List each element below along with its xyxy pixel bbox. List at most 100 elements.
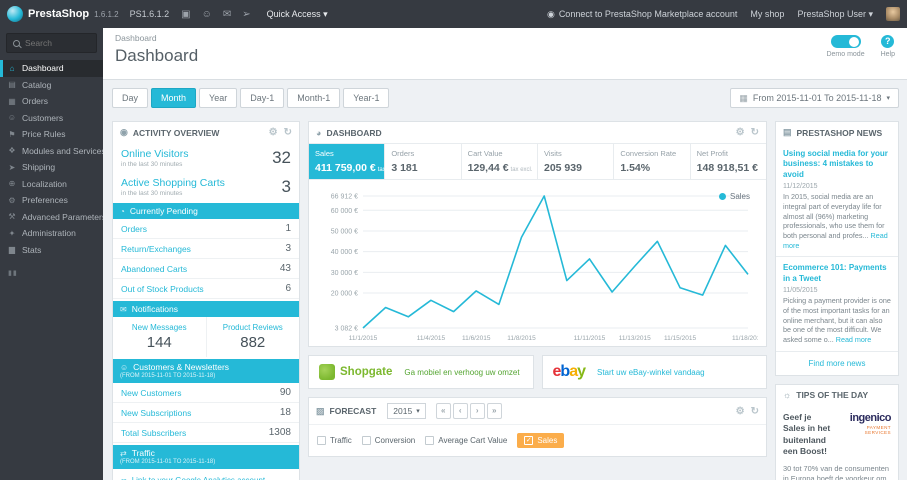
search-icon <box>13 39 20 47</box>
pending-row-returns[interactable]: Return/Exchanges 3 <box>113 239 299 260</box>
sidebar-item-localization[interactable]: Localization <box>0 176 103 193</box>
shop-name[interactable]: PS1.6.1.2 <box>130 9 170 19</box>
kpi-sales[interactable]: Sales 411 759,00 € tax excl. <box>309 144 400 179</box>
shopgate-link[interactable]: Ga mobiel en verhoog uw omzet <box>404 368 519 377</box>
range-button-day-1[interactable]: Day-1 <box>240 88 285 108</box>
legend-toggle-average-cart-value[interactable]: Average Cart Value <box>425 436 507 445</box>
legend-toggle-sales[interactable]: ✓ Sales <box>517 433 565 448</box>
read-more-link[interactable]: Read more <box>836 335 872 344</box>
new-messages-cell[interactable]: New Messages 144 <box>113 317 206 357</box>
pending-row-out-of-stock[interactable]: Out of Stock Products 6 <box>113 279 299 300</box>
range-button-year[interactable]: Year <box>199 88 238 108</box>
sidebar-item-dashboard[interactable]: Dashboard <box>0 60 103 77</box>
news-item-title[interactable]: Using social media for your business: 4 … <box>783 149 891 180</box>
customers-row-new-subscriptions[interactable]: New Subscriptions 18 <box>113 403 299 424</box>
chart-legend[interactable]: Sales <box>718 192 750 201</box>
kpi-cart-value[interactable]: Cart Value 129,44 € tax excl. <box>462 144 538 179</box>
panel-refresh-icon[interactable] <box>751 406 759 417</box>
sidebar-item-stats[interactable]: Stats <box>0 242 103 259</box>
header-tools: Demo mode ? Help <box>826 35 895 58</box>
sidebar-item-advanced-parameters[interactable]: Advanced Parameters <box>0 209 103 226</box>
sidebar-collapse-button[interactable]: ▮▮ <box>0 258 103 288</box>
date-range-picker[interactable]: From 2015-11-01 To 2015-11-18 ▾ <box>730 88 899 108</box>
sidebar-item-shipping[interactable]: Shipping <box>0 159 103 176</box>
activity-overview-panel: ACTIVITY OVERVIEW Online Visitors in the… <box>112 121 300 480</box>
kpi-conversion-rate[interactable]: Conversion Rate 1.54% <box>614 144 691 179</box>
page-header: Dashboard Dashboard Demo mode ? Help <box>103 28 907 80</box>
sidebar-item-preferences[interactable]: Preferences <box>0 192 103 209</box>
range-button-year-1[interactable]: Year-1 <box>343 88 390 108</box>
gauge-icon <box>316 128 321 138</box>
prev-year-button[interactable]: ‹ <box>452 403 468 419</box>
sidebar-item-modules[interactable]: Modules and Services <box>0 143 103 160</box>
my-shop-link[interactable]: My shop <box>750 9 784 19</box>
panel-refresh-icon[interactable] <box>284 127 292 138</box>
news-item-excerpt: In 2015, social media are an integral pa… <box>783 192 888 250</box>
news-icon <box>783 127 792 138</box>
next-year-button[interactable]: › <box>469 403 485 419</box>
panel-settings-icon[interactable] <box>736 406 745 417</box>
checkbox-checked-icon: ✓ <box>524 436 534 445</box>
range-button-month[interactable]: Month <box>151 88 197 108</box>
active-carts-stat: Active Shopping Carts in the last 30 min… <box>121 177 291 198</box>
panel-settings-icon[interactable] <box>269 127 278 138</box>
checkbox-icon <box>317 436 326 445</box>
messages-notification-icon[interactable] <box>223 9 231 20</box>
sidebar-item-administration[interactable]: Administration <box>0 225 103 242</box>
panel-refresh-icon[interactable] <box>751 127 759 138</box>
news-panel-header: PRESTASHOP NEWS <box>776 122 898 143</box>
online-visitors-value: 32 <box>272 148 291 168</box>
year-select[interactable]: 2015 ▾ <box>387 403 426 419</box>
dashboard-panel: DASHBOARD Sales 411 759,00 €tax excl. Or… <box>308 121 767 347</box>
pending-row-abandoned-carts[interactable]: Abandoned Carts 43 <box>113 259 299 280</box>
user-menu[interactable]: PrestaShop User ▾ <box>797 9 873 20</box>
orders-icon <box>7 97 17 106</box>
svg-text:11/6/2015: 11/6/2015 <box>462 335 491 342</box>
google-analytics-link[interactable]: Link to your Google Analytics account <box>113 469 299 480</box>
user-avatar[interactable] <box>886 7 900 21</box>
search-input[interactable] <box>25 38 91 48</box>
panel-settings-icon[interactable] <box>736 127 745 138</box>
date-range-toolbar: Day Month Year Day-1 Month-1 Year-1 From… <box>112 88 899 108</box>
dashboard-columns: ACTIVITY OVERVIEW Online Visitors in the… <box>112 121 899 480</box>
pending-row-orders[interactable]: Orders 1 <box>113 219 299 240</box>
envelope-icon <box>120 305 127 314</box>
legend-toggle-conversion[interactable]: Conversion <box>361 436 415 445</box>
product-reviews-cell[interactable]: Product Reviews 882 <box>205 317 300 358</box>
customers-row-new-customers[interactable]: New Customers 90 <box>113 383 299 404</box>
kpi-orders[interactable]: Orders 3 181 <box>385 144 462 179</box>
first-year-button[interactable]: « <box>435 403 451 419</box>
customers-row-total-subscribers[interactable]: Total Subscribers 1308 <box>113 423 299 444</box>
sidebar-item-customers[interactable]: Customers <box>0 110 103 127</box>
advanced-icon <box>7 212 17 221</box>
help-icon[interactable]: ? <box>881 35 895 48</box>
ingenico-logo[interactable]: ingenico PAYMENT SERVICES <box>839 412 892 458</box>
kpi-net-profit[interactable]: Net Profit 148 918,51 € <box>691 144 766 179</box>
ebay-link[interactable]: Start uw eBay-winkel vandaag <box>597 368 705 377</box>
orders-notification-icon[interactable] <box>181 9 190 20</box>
demo-mode-control: Demo mode <box>826 35 865 58</box>
last-year-button[interactable]: » <box>486 403 502 419</box>
sidebar-item-price-rules[interactable]: Price Rules <box>0 126 103 143</box>
news-item-title[interactable]: Ecommerce 101: Payments in a Tweet <box>783 263 891 284</box>
sidebar-search[interactable] <box>6 33 97 53</box>
kpi-visits[interactable]: Visits 205 939 <box>538 144 615 179</box>
range-button-month-1[interactable]: Month-1 <box>287 88 341 108</box>
prestashop-logo[interactable]: PrestaShop 1.6.1.2 <box>0 6 126 22</box>
sidebar-item-catalog[interactable]: Catalog <box>0 77 103 94</box>
customers-notification-icon[interactable] <box>202 9 212 20</box>
forecast-legend-row: Traffic Conversion Average Cart Value ✓ … <box>309 424 766 456</box>
find-more-news-link[interactable]: Find more news <box>776 352 898 375</box>
svg-text:40 000 €: 40 000 € <box>331 249 358 256</box>
marketplace-link[interactable]: Connect to PrestaShop Marketplace accoun… <box>547 9 738 20</box>
demo-mode-toggle[interactable] <box>830 35 861 48</box>
legend-dot-icon <box>718 193 726 200</box>
legend-toggle-traffic[interactable]: Traffic <box>317 436 352 445</box>
range-button-day[interactable]: Day <box>112 88 149 108</box>
sidebar-item-orders[interactable]: Orders <box>0 93 103 110</box>
home-icon <box>7 64 17 73</box>
quick-access-menu[interactable]: Quick Access ▾ <box>267 9 328 20</box>
merchant-expertise-icon[interactable] <box>242 9 250 20</box>
svg-text:11/1/2015: 11/1/2015 <box>349 335 378 342</box>
help-control: ? Help <box>881 35 895 58</box>
